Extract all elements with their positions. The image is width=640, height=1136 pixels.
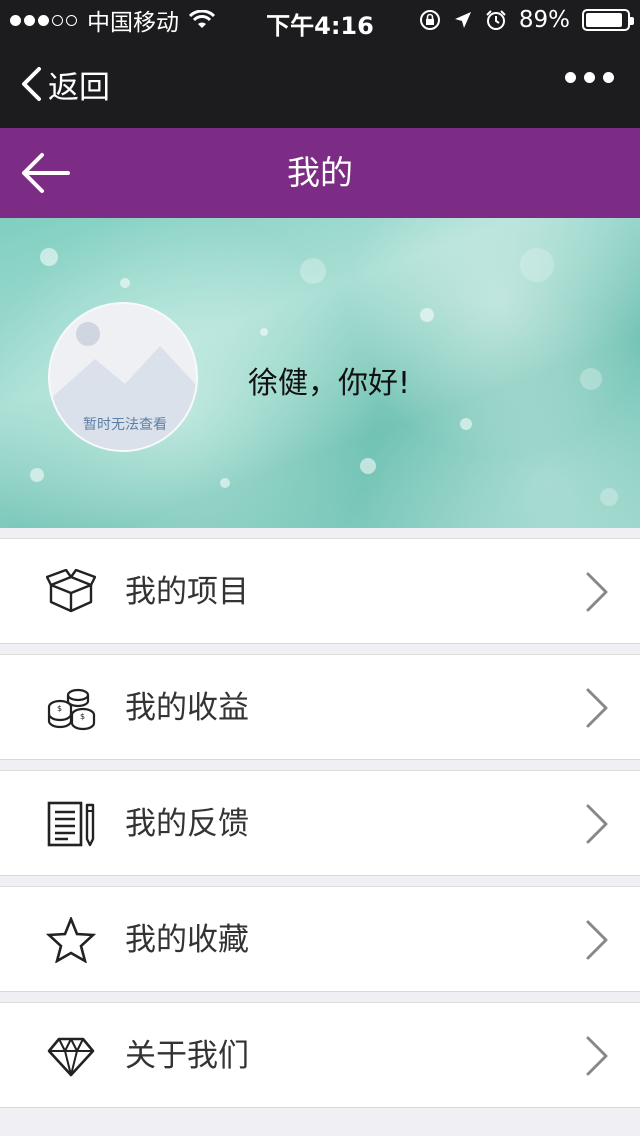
menu-item-label: 我的收藏 (125, 922, 249, 958)
rotation-lock-icon (419, 10, 440, 30)
back-button[interactable]: 返回 (20, 64, 110, 106)
page-title: 我的 (287, 153, 353, 192)
chevron-right-icon (586, 688, 608, 728)
chevron-right-icon (586, 920, 608, 960)
avatar[interactable]: 暂时无法查看 (48, 302, 198, 452)
menu-item-label: 我的反馈 (125, 806, 249, 842)
menu-item-label: 关于我们 (125, 1038, 249, 1074)
more-options-icon[interactable] (565, 72, 614, 83)
star-icon (46, 917, 96, 963)
menu-item-about-us[interactable]: 关于我们 (0, 1002, 640, 1108)
battery-percent: 89% (518, 7, 570, 33)
wechat-nav-bar: 返回 (0, 40, 640, 128)
svg-text:$: $ (80, 712, 85, 721)
chevron-right-icon (586, 572, 608, 612)
box-icon (46, 569, 96, 613)
location-icon (454, 12, 471, 28)
back-label: 返回 (48, 69, 110, 106)
page-header: 我的 (0, 128, 640, 218)
menu-item-my-earnings[interactable]: $ $ 我的收益 (0, 654, 640, 760)
menu-item-my-feedback[interactable]: 我的反馈 (0, 770, 640, 876)
battery-icon (582, 9, 634, 31)
menu-item-my-projects[interactable]: 我的项目 (0, 538, 640, 644)
greeting-text: 徐健，你好! (248, 366, 411, 401)
diamond-icon (47, 1037, 95, 1077)
menu-item-my-favorites[interactable]: 我的收藏 (0, 886, 640, 992)
chevron-right-icon (586, 1036, 608, 1076)
document-pen-icon (47, 801, 95, 847)
status-right: 89% (419, 6, 634, 34)
status-bar: 中国移动 下午4:16 89% (0, 0, 640, 40)
chevron-right-icon (586, 804, 608, 844)
menu-item-label: 我的项目 (125, 574, 249, 610)
menu-item-label: 我的收益 (125, 690, 249, 726)
avatar-caption: 暂时无法查看 (83, 417, 167, 433)
chevron-left-icon (22, 67, 41, 101)
coins-icon: $ $ (47, 688, 96, 731)
profile-banner: 暂时无法查看 徐健，你好! (0, 218, 640, 528)
svg-text:$: $ (57, 704, 62, 713)
alarm-icon (486, 10, 506, 30)
